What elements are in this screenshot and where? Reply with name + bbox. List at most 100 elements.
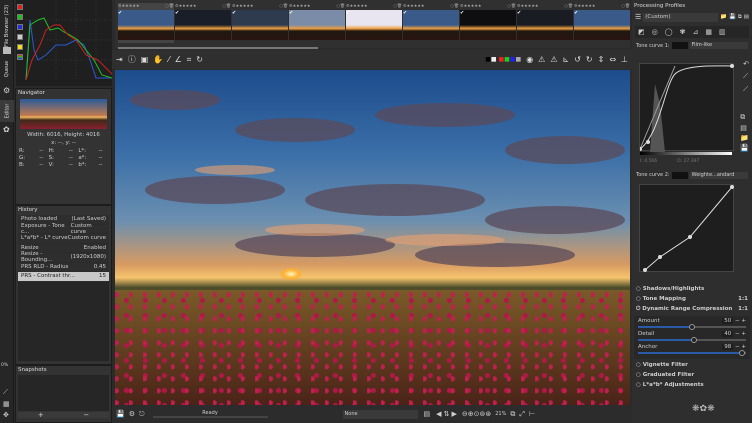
sync-icon[interactable]: ⇅ [444, 410, 450, 418]
filmstrip-thumbnail[interactable]: ⚙★★★★★ ○🗑 ✔ [403, 3, 459, 43]
filmstrip-thumbnail[interactable]: ⚙★★★★★ ○🗑 ✔ [346, 3, 402, 43]
slider-detail[interactable]: Detail 40 − + [638, 331, 746, 343]
zoom-fit-crop-icon[interactable]: ⊛ [485, 410, 491, 418]
open-profile-icon[interactable]: 📁 [720, 14, 727, 20]
filmstrip-thumbnail[interactable]: ⚙★★★★★ ○🗑 ✔ [175, 3, 231, 43]
slider-amount[interactable]: Amount 50 − + [638, 318, 746, 330]
tab-advanced-icon[interactable]: ✾ [680, 28, 686, 36]
folder-icon[interactable] [3, 47, 11, 54]
tone-curve-2-editor[interactable] [639, 184, 734, 272]
filmstrip-thumbnail[interactable]: ⚙★★★★★ ○🗑 ✔ [118, 3, 174, 43]
trash-icon[interactable]: ○🗑 [507, 3, 516, 9]
tone-curve-1-editor[interactable] [638, 63, 734, 152]
process-icon[interactable]: ⚙★★★★★ [175, 3, 197, 9]
power-on-icon[interactable]: ⏻ [636, 306, 640, 312]
power-icon[interactable]: ○ [636, 382, 641, 388]
trash-icon[interactable]: ○🗑 [621, 3, 630, 9]
tool-section[interactable]: ⏻ Dynamic Range Compression 1:1 [632, 304, 752, 315]
tab-raw-icon[interactable]: ▦ [705, 28, 712, 36]
new-window-icon[interactable]: ⧉ [510, 410, 515, 419]
filmstrip-thumbnail[interactable]: ⚙★★★★★ ○🗑 ✔ [289, 3, 345, 43]
rotate-right-icon[interactable]: ↻ [586, 55, 593, 64]
filmstrip-thumbnail[interactable]: ⚙★★★★★ ○🗑 ✔ [460, 3, 516, 43]
copy-curve-icon[interactable]: ⧉ [740, 113, 749, 122]
slider-handle[interactable] [738, 350, 745, 356]
fullscreen-icon[interactable]: ⤢ [519, 410, 525, 419]
highlight-clip-icon[interactable]: ⚠ [550, 55, 557, 64]
process-icon[interactable]: ⚙★★★★★ [232, 3, 254, 9]
power-off-icon[interactable]: ○ [636, 286, 641, 292]
curve-add-icon[interactable]: ⟋ [3, 388, 8, 397]
trash-icon[interactable]: ○🗑 [450, 3, 459, 9]
curve-type-button[interactable] [671, 42, 688, 49]
color-management-icon[interactable]: ⊾ [563, 55, 570, 64]
hand-tool-icon[interactable]: ✋ [153, 55, 163, 64]
focus-mask-icon[interactable]: ◉ [526, 55, 533, 64]
edit-point-icon[interactable]: ⟋ [743, 85, 749, 94]
hide-panel-icon[interactable]: ⊥ [621, 55, 628, 64]
process-icon[interactable]: ⚙★★★★★ [460, 3, 482, 9]
crop-icon[interactable]: ⌗ [187, 55, 192, 65]
slider-value[interactable]: 98 [722, 344, 734, 350]
tab-queue[interactable]: Queue [0, 58, 14, 80]
tool-section[interactable]: ○ Tone Mapping 1:1 [632, 294, 752, 304]
filmstrip-thumbnail[interactable]: ⚙★★★★★ ○🗑 ✔ [232, 3, 288, 43]
history-row[interactable]: PRS RLD - Radius 0.45 [18, 262, 109, 272]
tab-editor[interactable]: Editor [0, 100, 14, 122]
preview-channel-buttons[interactable]: ■■ ■■■■ [485, 56, 521, 63]
save-icon[interactable]: 💾 [116, 410, 125, 418]
toggle-right-panel-icon[interactable]: ⊢ [529, 410, 535, 418]
history-row[interactable]: PRS - Contrast thr... 15 [18, 272, 109, 282]
gears-icon[interactable]: ⚙ [3, 86, 10, 95]
history-row[interactable]: Exposure - Tone c... Custom curve [18, 223, 109, 235]
move-icon[interactable]: ✥ [3, 411, 9, 419]
slider-handle[interactable] [689, 324, 695, 330]
trash-icon[interactable]: ○🗑 [279, 3, 288, 9]
process-icon[interactable]: ⚙★★★★★ [403, 3, 425, 9]
power-icon[interactable]: ○ [636, 362, 641, 368]
process-icon[interactable]: ⚙★★★★★ [118, 3, 140, 9]
histogram-icon[interactable]: ▦ [3, 400, 10, 408]
history-row[interactable]: Resize - Bounding... (1920x1080) [18, 251, 109, 263]
toggle-icon[interactable]: ▤ [424, 410, 431, 418]
curve2-type-button[interactable] [671, 172, 688, 179]
queue-icon[interactable]: ⚙ [129, 410, 135, 418]
white-balance-picker-icon[interactable]: ⁄ [168, 55, 169, 64]
navigator-preview[interactable] [20, 99, 107, 129]
before-after-icon[interactable]: ▣ [141, 55, 149, 64]
process-icon[interactable]: ⚙★★★★★ [517, 3, 539, 9]
profile-list-icon[interactable]: ☰ [635, 13, 641, 21]
slider-track[interactable] [638, 324, 746, 330]
process-icon[interactable]: ⚙★★★★★ [289, 3, 311, 9]
tone-curve-1-mode[interactable]: Film-like [689, 42, 748, 49]
navigate-prev-icon[interactable]: ◀ [436, 410, 441, 418]
external-editor-icon[interactable]: ⎋ [139, 410, 145, 419]
navigate-next-icon[interactable]: ▶ [451, 410, 456, 418]
load-curve-icon[interactable]: 📁 [740, 134, 749, 142]
green-channel-toggle[interactable] [17, 14, 23, 20]
tool-section[interactable]: ○ Graduated Filter [632, 370, 752, 380]
filmstrip-thumbnail[interactable]: ⚙★★★★★ ○🗑 ✔ [517, 3, 573, 43]
luminance-toggle[interactable] [17, 34, 23, 40]
chroma-toggle[interactable] [17, 44, 23, 50]
trash-icon[interactable]: ○🗑 [393, 3, 402, 9]
tab-metadata-icon[interactable]: ▥ [719, 28, 726, 36]
blue-channel-toggle[interactable] [17, 24, 23, 30]
reset-icon[interactable]: ↶ [743, 60, 749, 68]
tone-curve-2-mode[interactable]: Weighte...andard [689, 172, 748, 179]
slider-track[interactable] [638, 350, 746, 356]
flip-horizontal-icon[interactable]: ⇔ [609, 55, 616, 64]
save-profile-icon[interactable]: 💾 [729, 14, 736, 20]
profile-select[interactable]: (Custom) [643, 12, 719, 22]
straighten-icon[interactable]: ∠ [175, 55, 182, 64]
history-row[interactable]: L*a*b* - L* curve Custom curve [18, 234, 109, 244]
process-icon[interactable]: ⚙★★★★★ [346, 3, 368, 9]
save-curve-icon[interactable]: 💾 [740, 144, 749, 152]
shadow-clip-icon[interactable]: ⚠ [538, 55, 545, 64]
filmstrip-scrollbar[interactable] [118, 47, 318, 49]
power-off-icon[interactable]: ○ [636, 296, 641, 302]
rotate-icon[interactable]: ↻ [196, 55, 203, 64]
copy-profile-icon[interactable]: ⧉ [738, 14, 742, 21]
tab-exposure-icon[interactable]: ◩ [638, 28, 645, 36]
trash-icon[interactable]: ○🗑 [222, 3, 231, 9]
